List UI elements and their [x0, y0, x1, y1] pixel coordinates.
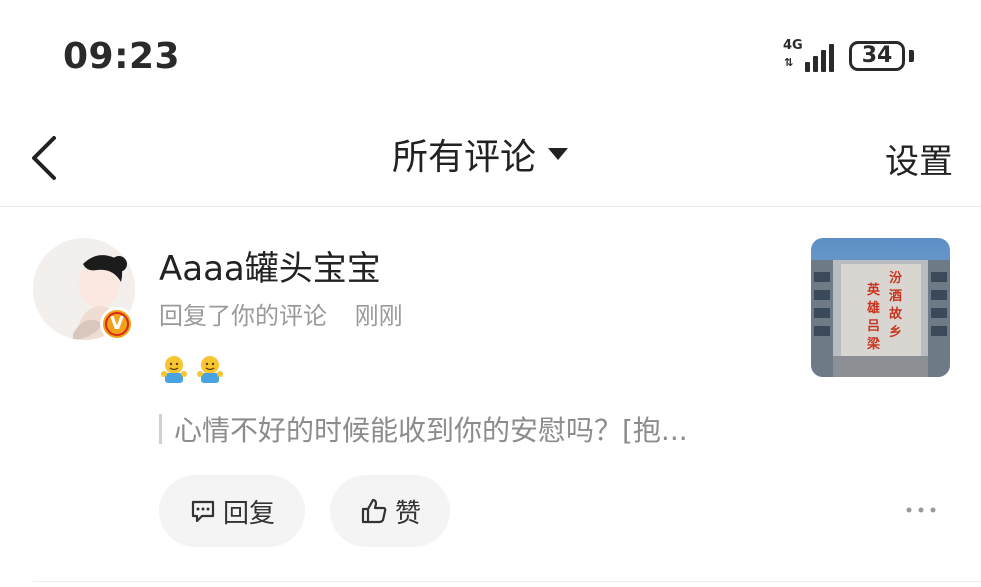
status-bar: 09:23 4G ⇅ 34	[0, 0, 981, 110]
quoted-comment-text: 心情不好的时候能收到你的安慰吗？[抱...	[174, 414, 688, 447]
back-arrow-icon[interactable]	[24, 132, 68, 184]
svg-text:乡: 乡	[889, 324, 902, 340]
svg-text:故: 故	[889, 306, 903, 322]
comment-emoji-content	[159, 354, 231, 384]
reply-button[interactable]: 回复	[159, 475, 305, 547]
svg-text:雄: 雄	[866, 300, 880, 316]
battery-level: 34	[861, 43, 893, 68]
svg-text:酒: 酒	[889, 289, 902, 304]
data-arrows-icon: ⇅	[784, 56, 794, 69]
verified-badge-icon: V	[100, 307, 134, 341]
like-button[interactable]: 赞	[330, 475, 450, 547]
nav-bar: 所有评论 设置	[0, 110, 981, 207]
svg-text:汾: 汾	[889, 270, 902, 286]
divider	[33, 581, 981, 582]
status-time: 09:23	[63, 36, 181, 77]
comment-action: 回复了你的评论	[159, 302, 327, 330]
thumbs-up-icon	[361, 498, 387, 524]
page-title: 所有评论	[392, 137, 537, 178]
comment-time: 刚刚	[354, 302, 403, 330]
signal-indicator: 4G ⇅	[783, 38, 841, 74]
svg-text:英: 英	[866, 282, 881, 298]
signal-bars-icon	[805, 40, 841, 72]
comment-username[interactable]: Aaaa罐头宝宝	[159, 241, 381, 290]
svg-text:梁: 梁	[866, 336, 881, 352]
reply-label: 回复	[222, 498, 275, 529]
hug-emoji-icon	[197, 356, 223, 383]
battery-tip	[909, 50, 914, 62]
hug-emoji-icon	[161, 356, 187, 383]
comment-icon	[191, 500, 215, 523]
quoted-comment[interactable]: 心情不好的时候能收到你的安慰吗？[抱...	[159, 412, 688, 447]
network-type-label: 4G	[783, 38, 803, 53]
comment-meta: 回复了你的评论 刚刚	[159, 296, 403, 331]
battery-icon: 34	[849, 41, 905, 71]
more-options-icon[interactable]	[903, 500, 939, 520]
like-label: 赞	[394, 498, 421, 529]
settings-button[interactable]: 设置	[885, 134, 953, 183]
quote-bar	[159, 414, 162, 444]
caret-down-icon	[548, 148, 569, 160]
svg-text:吕: 吕	[867, 319, 880, 334]
comment-filter-dropdown[interactable]: 所有评论	[392, 132, 569, 178]
thumbnail-image: 汾 酒 故 乡 英 雄 吕 梁	[811, 238, 950, 377]
post-thumbnail[interactable]: 汾 酒 故 乡 英 雄 吕 梁	[811, 238, 950, 377]
